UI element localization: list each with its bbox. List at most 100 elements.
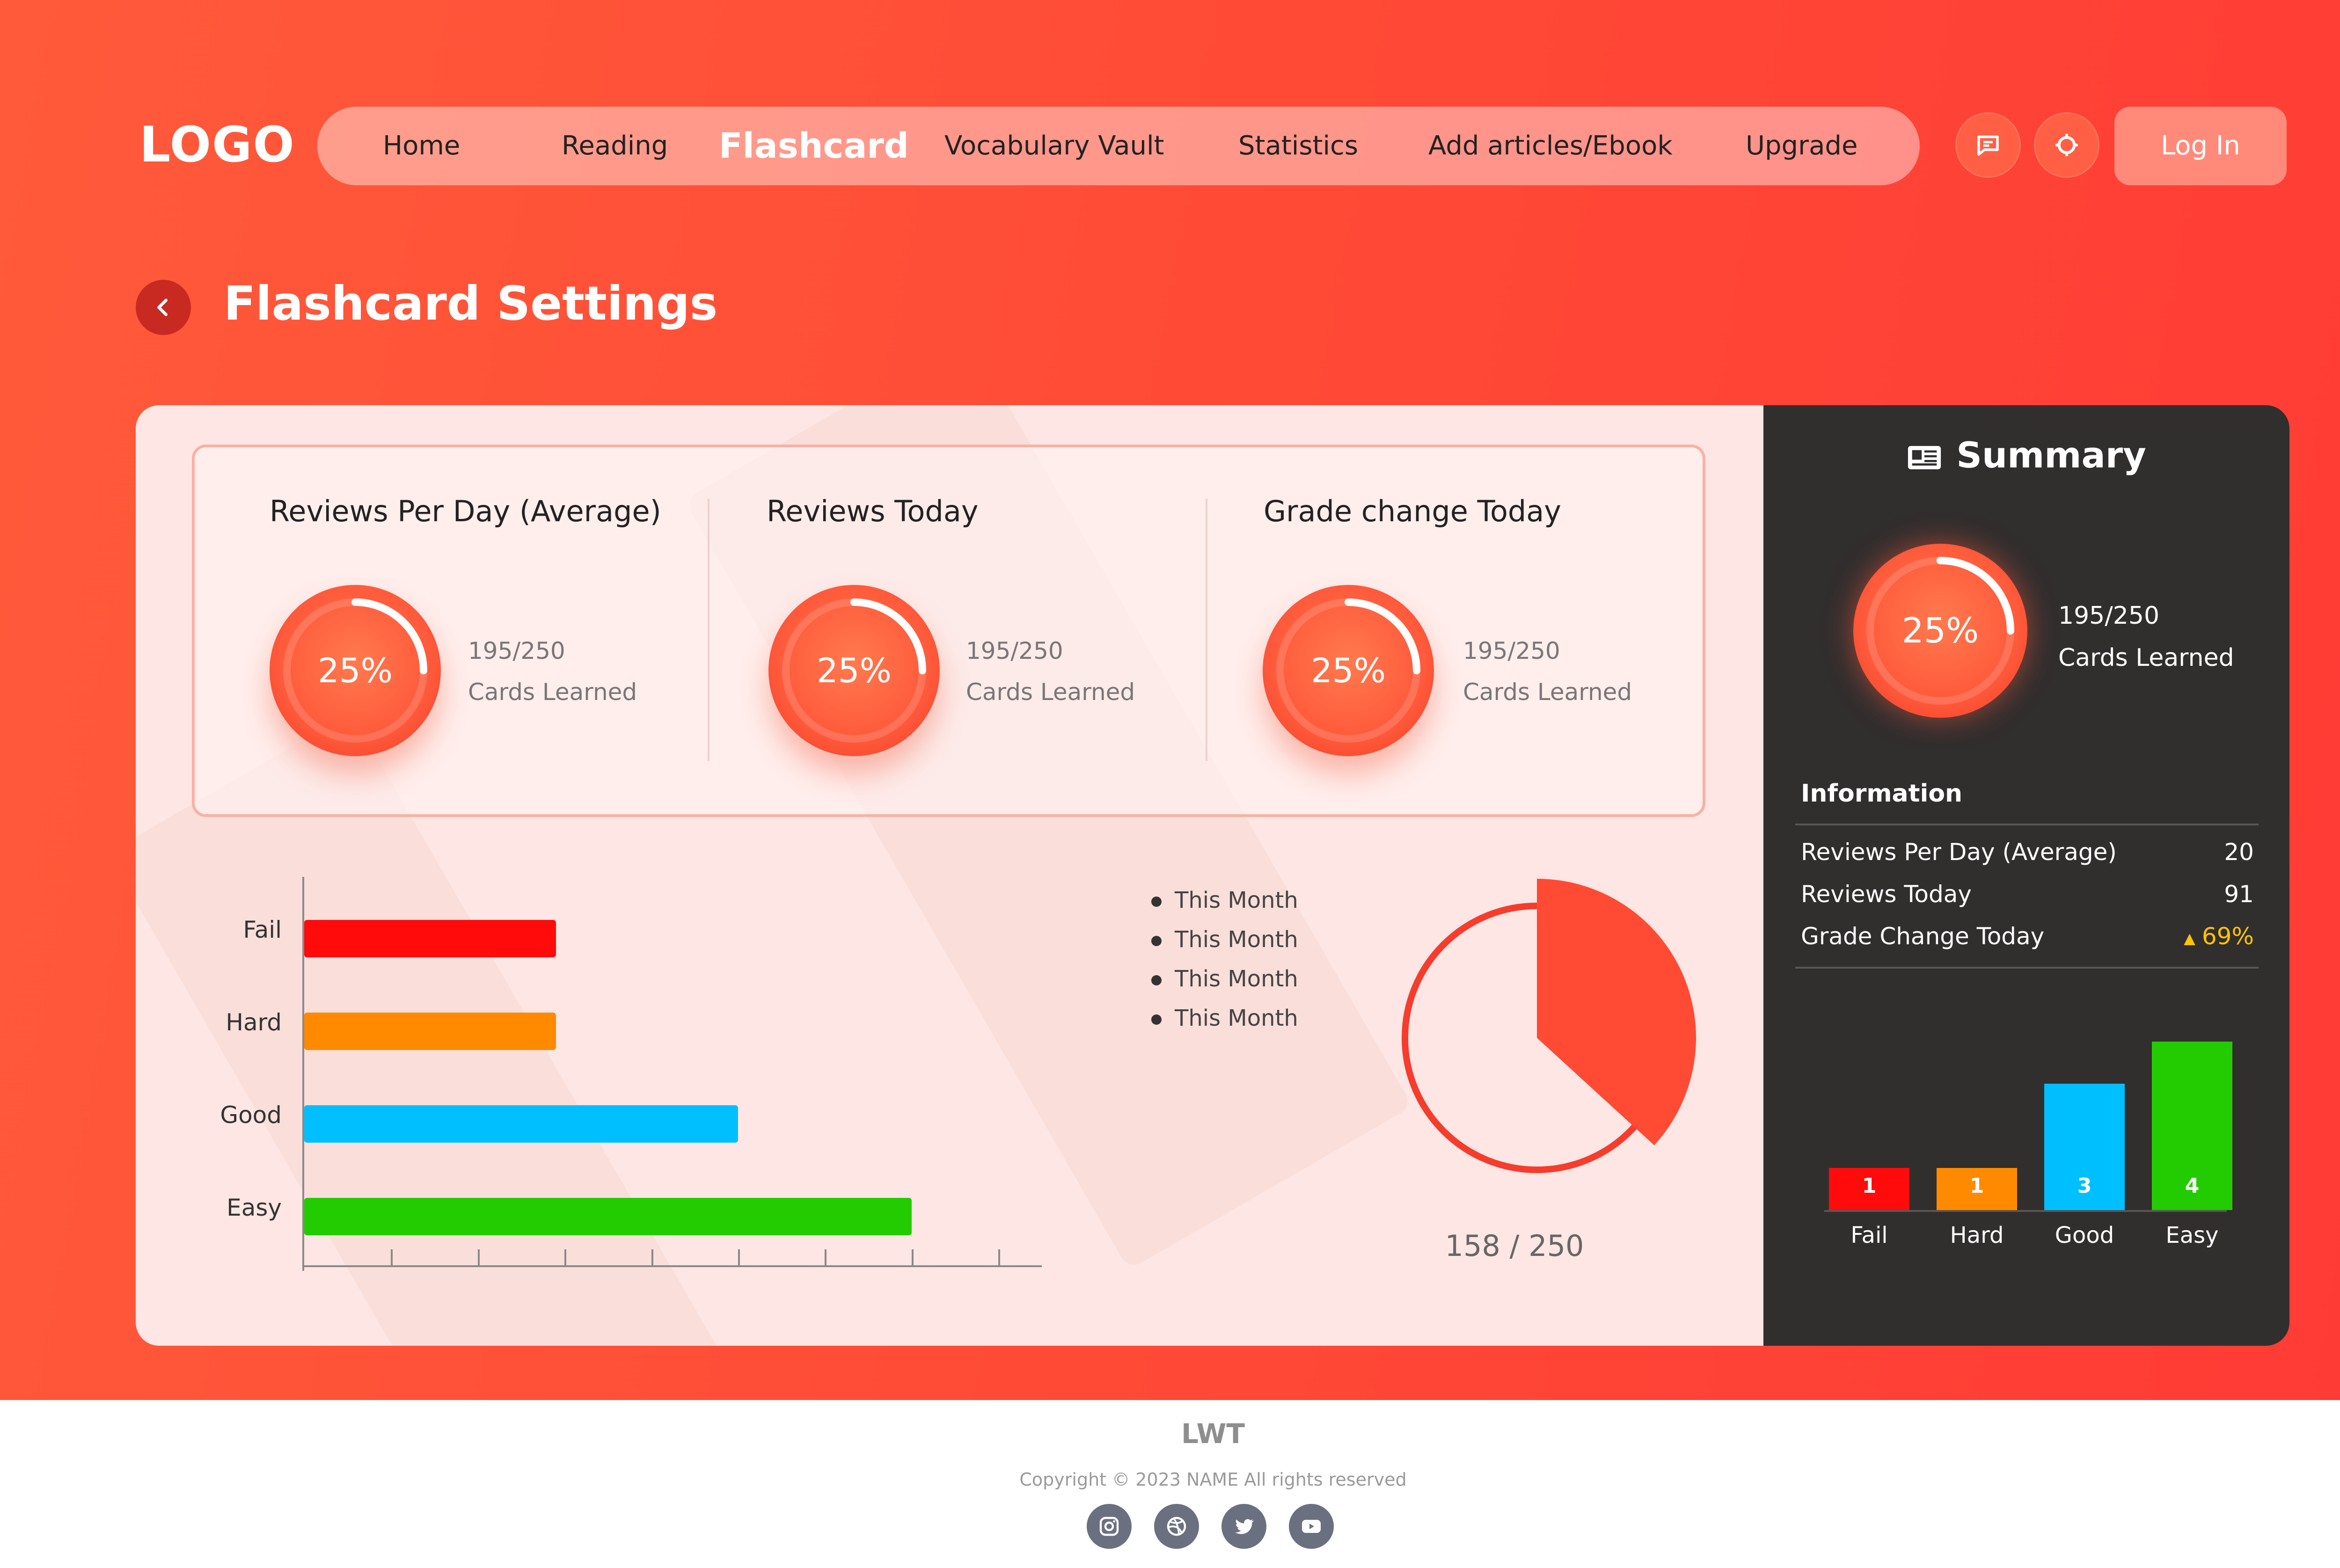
summary-progress-ring: 25%	[1853, 544, 2027, 718]
hero-section: LOGO Home Reading Flashcard Vocabulary V…	[0, 0, 2340, 1400]
nav-item-flashcard[interactable]: Flashcard	[719, 107, 909, 185]
pie-count-label: 158 / 250	[1445, 1229, 1584, 1263]
info-value-trend: ▲ 69%	[2184, 923, 2254, 950]
bar-hard	[304, 1013, 556, 1050]
stat-title: Grade change Today	[1264, 494, 1561, 528]
progress-percent: 25%	[1310, 651, 1386, 690]
bar-value-label: 4	[2185, 1174, 2200, 1198]
page-title: Flashcard Settings	[224, 276, 718, 331]
cards-label: Cards Learned	[2058, 644, 2234, 672]
x-tick	[825, 1249, 827, 1266]
tick-label: Fail	[1850, 1222, 1888, 1248]
logo[interactable]: LOGO	[139, 116, 295, 173]
bar-easy	[304, 1198, 912, 1235]
tick-label: Hard	[226, 1009, 282, 1036]
progress-percent: 25%	[816, 651, 892, 690]
nav-bar: Home Reading Flashcard Vocabulary Vault …	[317, 107, 1920, 185]
summary-panel: Summary 25% 195/250 Cards Learned Inform…	[1763, 405, 2289, 1346]
flashcard-stats-panel: Reviews Per Day (Average) 25% 195/250 Ca…	[136, 405, 1821, 1346]
info-row: Grade Change Today ▲ 69%	[1801, 923, 2254, 950]
arrow-up-icon: ▲	[2184, 929, 2195, 947]
bullet-icon	[1151, 897, 1162, 907]
bar-fail	[304, 920, 556, 957]
footer-brand: LWT	[1181, 1418, 1245, 1450]
x-axis	[1824, 1210, 2227, 1212]
bar-value-label: 1	[1862, 1174, 1877, 1198]
chat-button[interactable]	[1955, 112, 2021, 178]
bar-fail: 1	[1829, 1168, 1909, 1210]
bar-value-label: 3	[2077, 1174, 2092, 1198]
progress-ring: 25%	[768, 585, 940, 756]
info-row: Reviews Per Day (Average) 20	[1801, 839, 2254, 866]
nav-item-reading[interactable]: Reading	[562, 107, 668, 185]
progress-percent: 25%	[1901, 611, 1979, 651]
x-axis	[302, 1265, 1042, 1267]
tick-label: Easy	[2165, 1222, 2219, 1248]
cards-count: 195/250	[966, 637, 1063, 664]
stat-title: Reviews Per Day (Average)	[270, 494, 661, 528]
stats-summary-box: Reviews Per Day (Average) 25% 195/250 Ca…	[192, 445, 1705, 817]
nav-item-vocabulary-vault[interactable]: Vocabulary Vault	[944, 107, 1164, 185]
tick-label: Good	[220, 1101, 282, 1129]
divider	[1206, 499, 1207, 761]
nav-item-upgrade[interactable]: Upgrade	[1746, 107, 1857, 185]
cards-label: Cards Learned	[1463, 678, 1632, 706]
newspaper-icon	[1907, 434, 1956, 476]
divider	[708, 499, 709, 761]
settings-button[interactable]	[2034, 112, 2099, 178]
pie-slice	[1537, 879, 1696, 1145]
grade-summary-bar-chart: 1 Fail 1 Hard 3 Good 4 Easy	[1763, 1032, 2289, 1276]
nav-item-home[interactable]: Home	[383, 107, 460, 185]
youtube-button[interactable]	[1289, 1504, 1334, 1549]
x-tick	[564, 1249, 567, 1266]
tick-label: Hard	[1950, 1222, 2004, 1248]
back-button[interactable]	[136, 280, 191, 335]
nav-item-add-articles[interactable]: Add articles/Ebook	[1428, 107, 1673, 185]
legend-item: This Month	[1151, 966, 1298, 992]
cards-label: Cards Learned	[468, 678, 637, 706]
x-tick	[477, 1249, 480, 1266]
bar-hard: 1	[1937, 1168, 2017, 1210]
footer-copyright: Copyright © 2023 NAME All rights reserve…	[1019, 1469, 1407, 1490]
information-heading: Information	[1801, 780, 1963, 808]
progress-percent: 25%	[317, 651, 393, 690]
x-tick	[391, 1249, 393, 1266]
x-tick	[651, 1249, 653, 1266]
x-tick	[998, 1249, 1001, 1266]
cards-count: 195/250	[2058, 602, 2160, 630]
cards-count: 195/250	[468, 637, 565, 664]
bullet-icon	[1151, 975, 1162, 985]
stat-title: Reviews Today	[767, 494, 979, 528]
login-button[interactable]: Log In	[2114, 107, 2287, 185]
bullet-icon	[1151, 1014, 1162, 1025]
nav-item-statistics[interactable]: Statistics	[1238, 107, 1358, 185]
tick-label: Good	[2055, 1222, 2114, 1248]
tick-label: Easy	[227, 1194, 282, 1221]
cards-count: 195/250	[1463, 637, 1560, 664]
summary-title: Summary	[1763, 434, 2289, 476]
legend-item: This Month	[1151, 926, 1298, 953]
bullet-icon	[1151, 936, 1162, 946]
bar-easy: 4	[2152, 1042, 2232, 1210]
dribbble-button[interactable]	[1154, 1504, 1199, 1549]
info-value: 20	[2224, 839, 2254, 866]
x-tick	[911, 1249, 914, 1266]
progress-ring: 25%	[270, 585, 441, 756]
divider	[1795, 824, 2259, 825]
info-value: 91	[2224, 881, 2254, 908]
twitter-button[interactable]	[1221, 1504, 1266, 1549]
bar-value-label: 1	[1969, 1174, 1984, 1198]
instagram-button[interactable]	[1087, 1504, 1132, 1549]
cards-label: Cards Learned	[966, 678, 1135, 706]
progress-pie-chart	[1390, 878, 1699, 1189]
x-tick	[738, 1249, 740, 1266]
bar-good: 3	[2044, 1084, 2125, 1210]
tick-label: Fail	[243, 916, 282, 943]
legend-item: This Month	[1151, 1005, 1298, 1031]
progress-ring: 25%	[1263, 585, 1434, 756]
y-axis	[302, 877, 304, 1271]
info-row: Reviews Today 91	[1801, 881, 2254, 908]
legend-item: This Month	[1151, 887, 1298, 913]
divider	[1795, 967, 2259, 969]
bar-good	[304, 1105, 739, 1143]
